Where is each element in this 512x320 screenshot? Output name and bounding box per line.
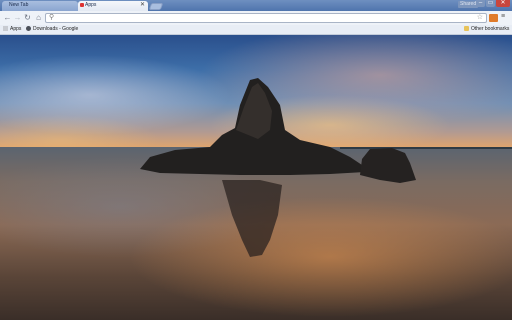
back-button[interactable]: ←	[3, 13, 12, 22]
other-bookmarks[interactable]: Other bookmarks	[464, 25, 509, 34]
toolbar: ← → ↻ ⌂ ⚲ ☆ ≡	[0, 11, 512, 26]
minimize-button[interactable]: –	[476, 0, 485, 7]
downloads-icon	[26, 26, 31, 31]
bookmarks-bar: Apps Downloads - Google Other bookmarks	[0, 25, 512, 35]
close-window-button[interactable]: ✕	[496, 0, 510, 7]
bookmark-star-icon[interactable]: ☆	[477, 13, 483, 21]
tab-label: Apps	[85, 2, 97, 8]
tab-label: New Tab	[9, 2, 29, 8]
bookmark-downloads[interactable]: Downloads - Google	[26, 25, 78, 34]
home-button[interactable]: ⌂	[34, 13, 43, 22]
sea-stack-rock	[140, 78, 416, 257]
bookmark-label: Other bookmarks	[471, 26, 510, 32]
menu-icon[interactable]: ≡	[501, 13, 505, 20]
forward-button[interactable]: →	[13, 13, 22, 22]
extension-icon[interactable]	[489, 14, 498, 22]
address-bar[interactable]: ⚲ ☆	[45, 13, 487, 23]
bookmark-apps[interactable]: Apps	[3, 25, 21, 34]
bookmark-label: Apps	[10, 26, 22, 32]
close-tab-icon[interactable]: ✕	[140, 1, 145, 10]
maximize-button[interactable]: ▭	[486, 0, 495, 7]
new-tab-background-image	[0, 35, 512, 320]
tab-apps[interactable]: Apps ✕	[78, 1, 148, 11]
new-tab-button[interactable]	[148, 3, 164, 10]
bookmark-label: Downloads - Google	[33, 26, 79, 32]
reload-button[interactable]: ↻	[23, 13, 32, 22]
tab-new-tab[interactable]: New Tab	[2, 1, 78, 11]
folder-icon	[464, 26, 469, 31]
apps-favicon-icon	[80, 3, 84, 7]
title-bar: New Tab Apps ✕ Shared – ▭ ✕	[0, 0, 512, 11]
search-icon: ⚲	[49, 14, 55, 21]
apps-grid-icon	[3, 26, 8, 31]
